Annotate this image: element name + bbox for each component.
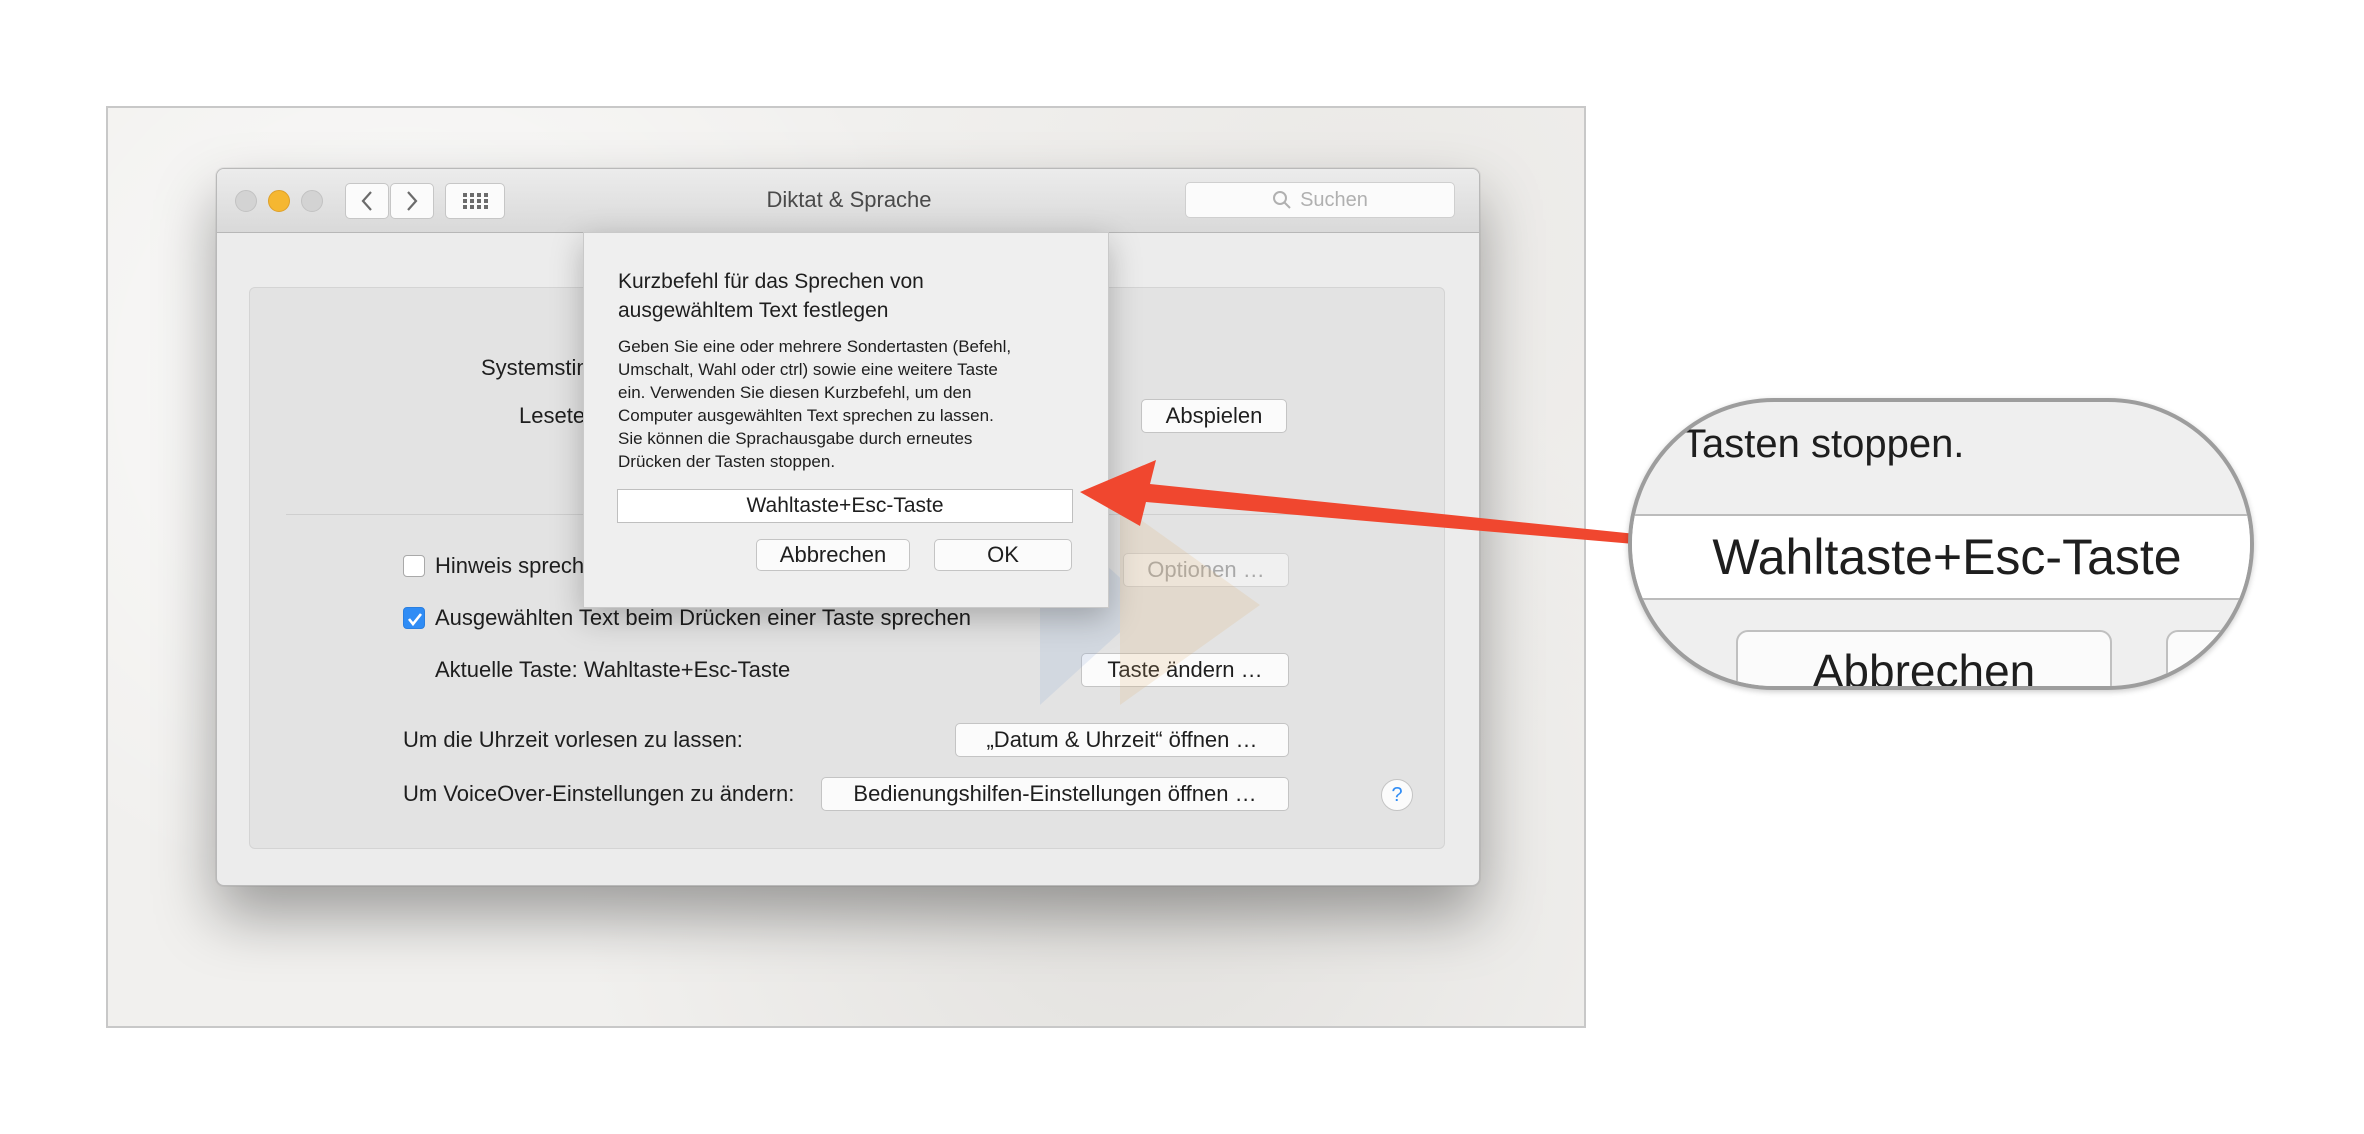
search-field[interactable]: Suchen: [1185, 182, 1455, 218]
back-button[interactable]: [345, 183, 389, 219]
cancel-button[interactable]: Abbrechen: [756, 539, 910, 571]
ok-button[interactable]: OK: [934, 539, 1072, 571]
lens-text: Tasten stoppen.: [1682, 422, 1965, 466]
magnifier-lens: Tasten stoppen. Wahltaste+Esc-Taste Abbr…: [1628, 398, 2254, 690]
close-button[interactable]: [235, 190, 257, 212]
help-icon: ?: [1391, 783, 1403, 806]
play-button[interactable]: Abspielen: [1141, 399, 1287, 433]
hinweis-checkbox[interactable]: [403, 555, 425, 577]
clock-label: Um die Uhrzeit vorlesen zu lassen:: [403, 727, 743, 752]
back-chevron-icon: [361, 191, 372, 211]
shortcut-input[interactable]: Wahltaste+Esc-Taste: [617, 489, 1073, 523]
sheet-title-line: ausgewähltem Text festlegen: [618, 299, 889, 322]
window-title: Diktat & Sprache: [766, 187, 932, 212]
minimize-button[interactable]: [268, 190, 290, 212]
search-placeholder: Suchen: [1300, 188, 1368, 211]
lens-cancel-button: Abbrechen: [1736, 630, 2112, 686]
sheet-body-line: Sie können die Sprachausgabe durch erneu…: [618, 429, 973, 448]
date-time-button[interactable]: „Datum & Uhrzeit“ öffnen …: [955, 723, 1289, 757]
forward-chevron-icon: [407, 191, 418, 211]
lens-shortcut-field: Wahltaste+Esc-Taste: [1632, 514, 2250, 600]
sheet-body-line: Computer ausgewählten Text sprechen zu l…: [618, 406, 994, 425]
pointer-arrow-icon: [1080, 460, 1636, 544]
lens-ok-button: [2166, 630, 2250, 686]
sheet-title-line: Kurzbefehl für das Sprechen von: [618, 270, 924, 293]
title-bar: Diktat & Sprache Suchen: [217, 169, 1479, 233]
checkmark-icon: [407, 613, 423, 627]
sheet-body-line: Geben Sie eine oder mehrere Sondertasten…: [618, 337, 1012, 356]
grid-icon: [463, 193, 488, 209]
sheet-body-line: Umschalt, Wahl oder ctrl) sowie eine wei…: [618, 360, 998, 379]
sheet-title: Kurzbefehl für das Sprechen von ausgewäh…: [618, 267, 1088, 325]
zoom-button[interactable]: [301, 190, 323, 212]
voiceover-label: Um VoiceOver-Einstellungen zu ändern:: [403, 781, 795, 806]
show-all-button[interactable]: [445, 183, 505, 219]
current-key-label: Aktuelle Taste: Wahltaste+Esc-Taste: [435, 657, 791, 682]
accessibility-button[interactable]: Bedienungshilfen-Einstellungen öffnen …: [821, 777, 1289, 811]
forward-button[interactable]: [390, 183, 434, 219]
help-button[interactable]: ?: [1381, 779, 1413, 811]
shortcut-sheet: Kurzbefehl für das Sprechen von ausgewäh…: [583, 232, 1109, 608]
sheet-body-line: ein. Verwenden Sie diesen Kurzbefehl, um…: [618, 383, 972, 402]
search-icon: [1273, 191, 1291, 209]
ausgewaehlt-checkbox[interactable]: [403, 607, 425, 629]
sheet-body-line: Drücken der Tasten stoppen.: [618, 452, 836, 471]
sheet-description: Geben Sie eine oder mehrere Sondertasten…: [618, 335, 1088, 473]
ausgewaehlt-label: Ausgewählten Text beim Drücken einer Tas…: [435, 605, 972, 630]
